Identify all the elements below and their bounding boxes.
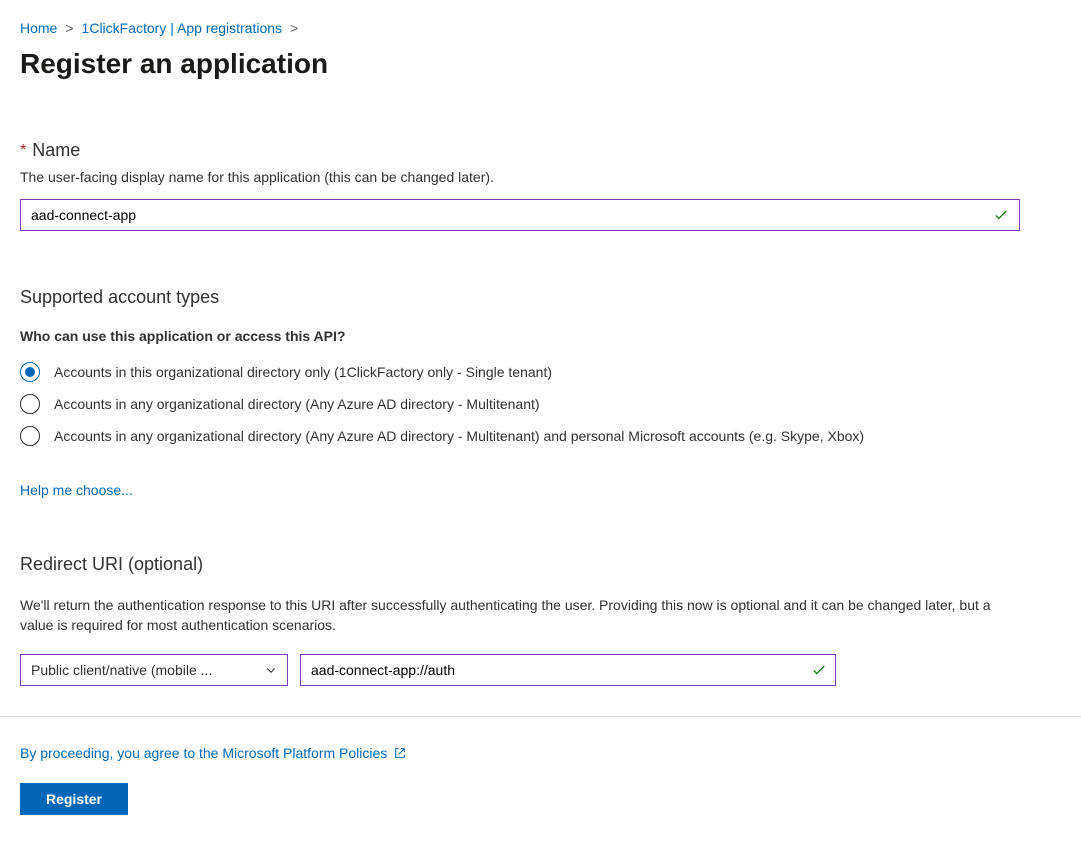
accounts-heading: Supported account types [20, 287, 1061, 308]
name-input-wrap [20, 199, 1020, 231]
redirect-uri-row: Public client/native (mobile ... [20, 654, 1061, 686]
radio-label: Accounts in this organizational director… [54, 364, 552, 380]
checkmark-icon [812, 663, 826, 677]
platform-policies-link[interactable]: By proceeding, you agree to the Microsof… [20, 745, 387, 761]
name-label: Name [32, 140, 80, 161]
name-help-text: The user-facing display name for this ap… [20, 169, 1061, 185]
required-asterisk: * [20, 142, 26, 160]
checkmark-icon [994, 208, 1008, 222]
chevron-right-icon: > [65, 20, 73, 36]
chevron-down-icon [265, 664, 277, 676]
breadcrumb-parent[interactable]: 1ClickFactory | App registrations [82, 20, 283, 36]
breadcrumb-home[interactable]: Home [20, 20, 57, 36]
radio-unselected-icon [20, 426, 40, 446]
external-link-icon [393, 746, 407, 760]
dropdown-selected-text: Public client/native (mobile ... [31, 662, 212, 678]
redirect-heading: Redirect URI (optional) [20, 554, 1061, 575]
chevron-right-icon: > [290, 20, 298, 36]
redirect-uri-input-wrap [300, 654, 836, 686]
radio-unselected-icon [20, 394, 40, 414]
account-type-option-multitenant-personal[interactable]: Accounts in any organizational directory… [20, 426, 1061, 446]
redirect-description: We'll return the authentication response… [20, 595, 1020, 636]
breadcrumb: Home > 1ClickFactory | App registrations… [20, 20, 1061, 36]
platform-dropdown[interactable]: Public client/native (mobile ... [20, 654, 288, 686]
redirect-uri-input[interactable] [300, 654, 836, 686]
name-label-row: * Name [20, 140, 1061, 161]
name-input[interactable] [20, 199, 1020, 231]
account-type-option-multitenant[interactable]: Accounts in any organizational directory… [20, 394, 1061, 414]
radio-label: Accounts in any organizational directory… [54, 396, 540, 412]
help-me-choose-link[interactable]: Help me choose... [20, 482, 133, 498]
account-type-option-single-tenant[interactable]: Accounts in this organizational director… [20, 362, 1061, 382]
radio-selected-icon [20, 362, 40, 382]
accounts-question: Who can use this application or access t… [20, 328, 1061, 344]
divider [0, 716, 1081, 717]
radio-label: Accounts in any organizational directory… [54, 428, 864, 444]
policies-row: By proceeding, you agree to the Microsof… [20, 745, 1061, 761]
page-title: Register an application [20, 48, 1061, 80]
register-button[interactable]: Register [20, 783, 128, 815]
